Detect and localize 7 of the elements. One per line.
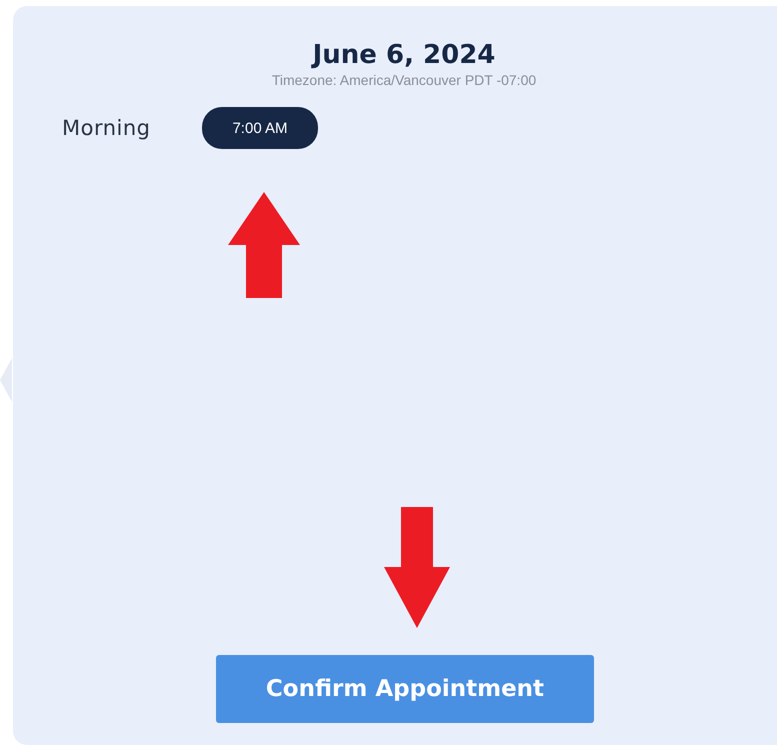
chevron-left-icon[interactable] xyxy=(0,358,12,402)
arrow-icon xyxy=(228,192,300,298)
period-label: Morning xyxy=(62,116,152,140)
timezone-label: Timezone: America/Vancouver PDT -07:00 xyxy=(272,72,536,88)
time-slot-button[interactable]: 7:00 AM xyxy=(202,107,318,149)
date-title: June 6, 2024 xyxy=(312,39,496,71)
arrow-icon xyxy=(384,507,450,628)
